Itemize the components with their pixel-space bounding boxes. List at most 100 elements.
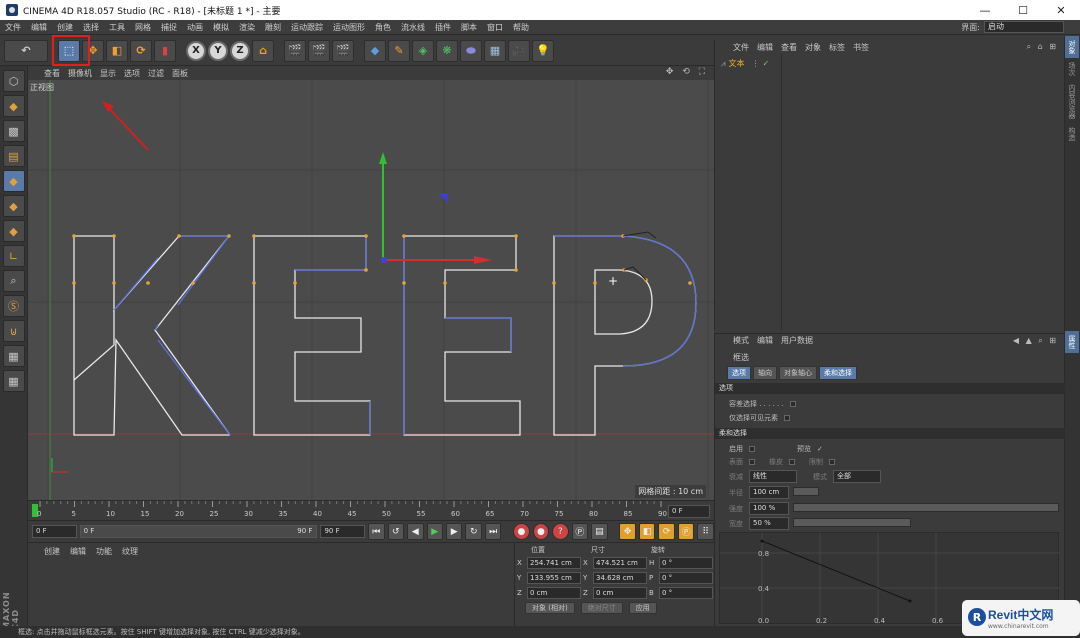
- snap-button[interactable]: Ⓢ: [2, 295, 25, 317]
- material-menu-texture[interactable]: 纹理: [122, 546, 138, 557]
- radius-slider[interactable]: [793, 487, 819, 496]
- model-mode-button[interactable]: ◆: [2, 95, 25, 117]
- play-button[interactable]: ▶: [426, 523, 443, 540]
- surface-checkbox[interactable]: [749, 459, 755, 465]
- tolerant-checkbox[interactable]: [789, 401, 796, 407]
- undo-button[interactable]: ↶: [4, 39, 48, 62]
- rubber-checkbox[interactable]: [789, 459, 795, 465]
- coordinate-system-button[interactable]: ⌂: [252, 39, 274, 62]
- cube-primitive-button[interactable]: ◆: [364, 39, 386, 62]
- viewport-menu-view[interactable]: 查看: [44, 68, 60, 79]
- x-axis-lock-button[interactable]: X: [186, 40, 206, 61]
- visible-only-checkbox[interactable]: [784, 415, 790, 421]
- material-menu-create[interactable]: 创建: [44, 546, 60, 557]
- render-picture-viewer-button[interactable]: 🎬: [308, 39, 330, 62]
- attr-tab-axis[interactable]: 轴向: [753, 366, 777, 380]
- make-editable-button[interactable]: ⬡: [2, 70, 25, 92]
- scale-tool-button[interactable]: ◧: [106, 39, 128, 62]
- width-field[interactable]: 50 %: [749, 517, 789, 530]
- side-tab-content-browser[interactable]: 内容浏览器: [1065, 80, 1079, 123]
- minimize-button[interactable]: —: [966, 0, 1004, 20]
- end-frame-field[interactable]: 90 F: [320, 525, 366, 538]
- attr-menu-mode[interactable]: 模式: [733, 335, 749, 346]
- menu-script[interactable]: 脚本: [456, 22, 482, 33]
- tweak-mode-button[interactable]: ⌕: [2, 270, 25, 292]
- workplane-grid-button[interactable]: ▦: [2, 370, 25, 392]
- menu-file[interactable]: 文件: [0, 22, 26, 33]
- scale-key-button[interactable]: ◧: [638, 523, 656, 540]
- side-tab-structure[interactable]: 构造: [1065, 123, 1079, 145]
- close-button[interactable]: ✕: [1042, 0, 1080, 20]
- rotation-key-button[interactable]: ⟳: [658, 523, 675, 540]
- next-key-button[interactable]: ↻: [465, 523, 482, 540]
- subdivision-button[interactable]: ◈: [412, 39, 434, 62]
- material-menu-edit[interactable]: 编辑: [70, 546, 86, 557]
- point-level-button[interactable]: ⠿: [697, 523, 714, 540]
- axis-mode-button[interactable]: ∟: [2, 245, 25, 267]
- enable-check-icon[interactable]: ✓: [763, 59, 770, 68]
- prev-frame-button[interactable]: ◀: [407, 523, 424, 540]
- texture-mode-button[interactable]: ▩: [2, 120, 25, 142]
- rotation-b-field[interactable]: 0 °: [659, 586, 713, 599]
- rotation-h-field[interactable]: 0 °: [659, 556, 713, 569]
- falloff-dropdown[interactable]: 线性: [749, 470, 797, 483]
- move-tool-button[interactable]: ✥: [82, 39, 104, 62]
- preview-checkmark[interactable]: ✓: [817, 445, 823, 453]
- viewport-menu-filter[interactable]: 过滤: [148, 68, 164, 79]
- live-selection-button[interactable]: ⬚: [58, 39, 80, 62]
- timeline-ruler[interactable]: 0 5 10 15 20 25 30 35 40 45 50 55 60 65 70 75 80 85 90 0 F: [28, 500, 714, 520]
- position-z-field[interactable]: 0 cm: [527, 586, 581, 599]
- points-mode-button[interactable]: ◆: [2, 170, 25, 192]
- menu-pipeline[interactable]: 流水线: [396, 22, 430, 33]
- floor-button[interactable]: ▦: [484, 39, 506, 62]
- coords-mode-dropdown[interactable]: 对象 (相对): [525, 602, 575, 614]
- obj-menu-view[interactable]: 查看: [781, 42, 797, 53]
- pen-spline-button[interactable]: ✎: [388, 39, 410, 62]
- recent-tools-button[interactable]: ▮: [154, 39, 176, 62]
- obj-menu-tags[interactable]: 标签: [829, 42, 845, 53]
- size-mode-dropdown[interactable]: 绝对尺寸: [580, 602, 623, 614]
- light-button[interactable]: 💡: [532, 39, 554, 62]
- menu-motion-tracking[interactable]: 运动跟踪: [286, 22, 328, 33]
- menu-plugins[interactable]: 插件: [430, 22, 456, 33]
- record-button[interactable]: ●: [513, 523, 530, 540]
- viewport-menu-panel[interactable]: 面板: [172, 68, 188, 79]
- attr-nav-icons[interactable]: ◀ ▲ ⌕ ⊞: [1013, 336, 1058, 346]
- next-frame-button[interactable]: ▶: [445, 523, 463, 540]
- menu-character[interactable]: 角色: [370, 22, 396, 33]
- start-frame-field[interactable]: 0 F: [32, 525, 77, 538]
- menu-snap[interactable]: 捕捉: [156, 22, 182, 33]
- menu-mograph[interactable]: 运动图形: [328, 22, 370, 33]
- position-x-field[interactable]: 254.741 cm: [527, 556, 581, 569]
- width-slider[interactable]: [793, 518, 911, 527]
- size-z-field[interactable]: 0 cm: [593, 586, 647, 599]
- polygons-mode-button[interactable]: ◆: [2, 220, 25, 242]
- side-tab-attributes[interactable]: 属性: [1065, 331, 1079, 353]
- layout-dropdown[interactable]: 启动: [984, 21, 1064, 33]
- parameter-key-button[interactable]: Ⓟ: [677, 523, 695, 540]
- menu-help[interactable]: 帮助: [508, 22, 534, 33]
- menu-render[interactable]: 渲染: [234, 22, 260, 33]
- menu-simulate[interactable]: 模拟: [208, 22, 234, 33]
- menu-mesh[interactable]: 网格: [130, 22, 156, 33]
- timeline-button[interactable]: ▤: [591, 523, 608, 540]
- render-view-button[interactable]: 🎬: [284, 39, 306, 62]
- viewport-menu-options[interactable]: 选项: [124, 68, 140, 79]
- tolerant-selection-row[interactable]: 容差选择 . . . . . .: [729, 399, 796, 409]
- viewport-menu-display[interactable]: 显示: [100, 68, 116, 79]
- position-key-button[interactable]: ✥: [619, 523, 636, 540]
- prev-key-button[interactable]: ↺: [387, 523, 405, 540]
- attr-tab-soft-selection[interactable]: 柔和选择: [819, 366, 857, 380]
- motion-record-button[interactable]: Ⓟ: [571, 523, 589, 540]
- strength-field[interactable]: 100 %: [749, 502, 789, 515]
- current-frame-field[interactable]: 0 F: [668, 505, 710, 518]
- z-axis-lock-button[interactable]: Z: [230, 40, 250, 61]
- workplane-mode-button[interactable]: ▤: [2, 145, 25, 167]
- array-button[interactable]: ❋: [436, 39, 458, 62]
- restrict-checkbox[interactable]: [829, 459, 835, 465]
- render-settings-button[interactable]: 🎬: [332, 39, 354, 62]
- enable-checkbox[interactable]: [749, 446, 755, 452]
- obj-menu-objects[interactable]: 对象: [805, 42, 821, 53]
- side-tab-objects[interactable]: 对象: [1065, 36, 1079, 58]
- obj-search-icon[interactable]: ⌕ ⌂ ⊞: [1027, 42, 1058, 52]
